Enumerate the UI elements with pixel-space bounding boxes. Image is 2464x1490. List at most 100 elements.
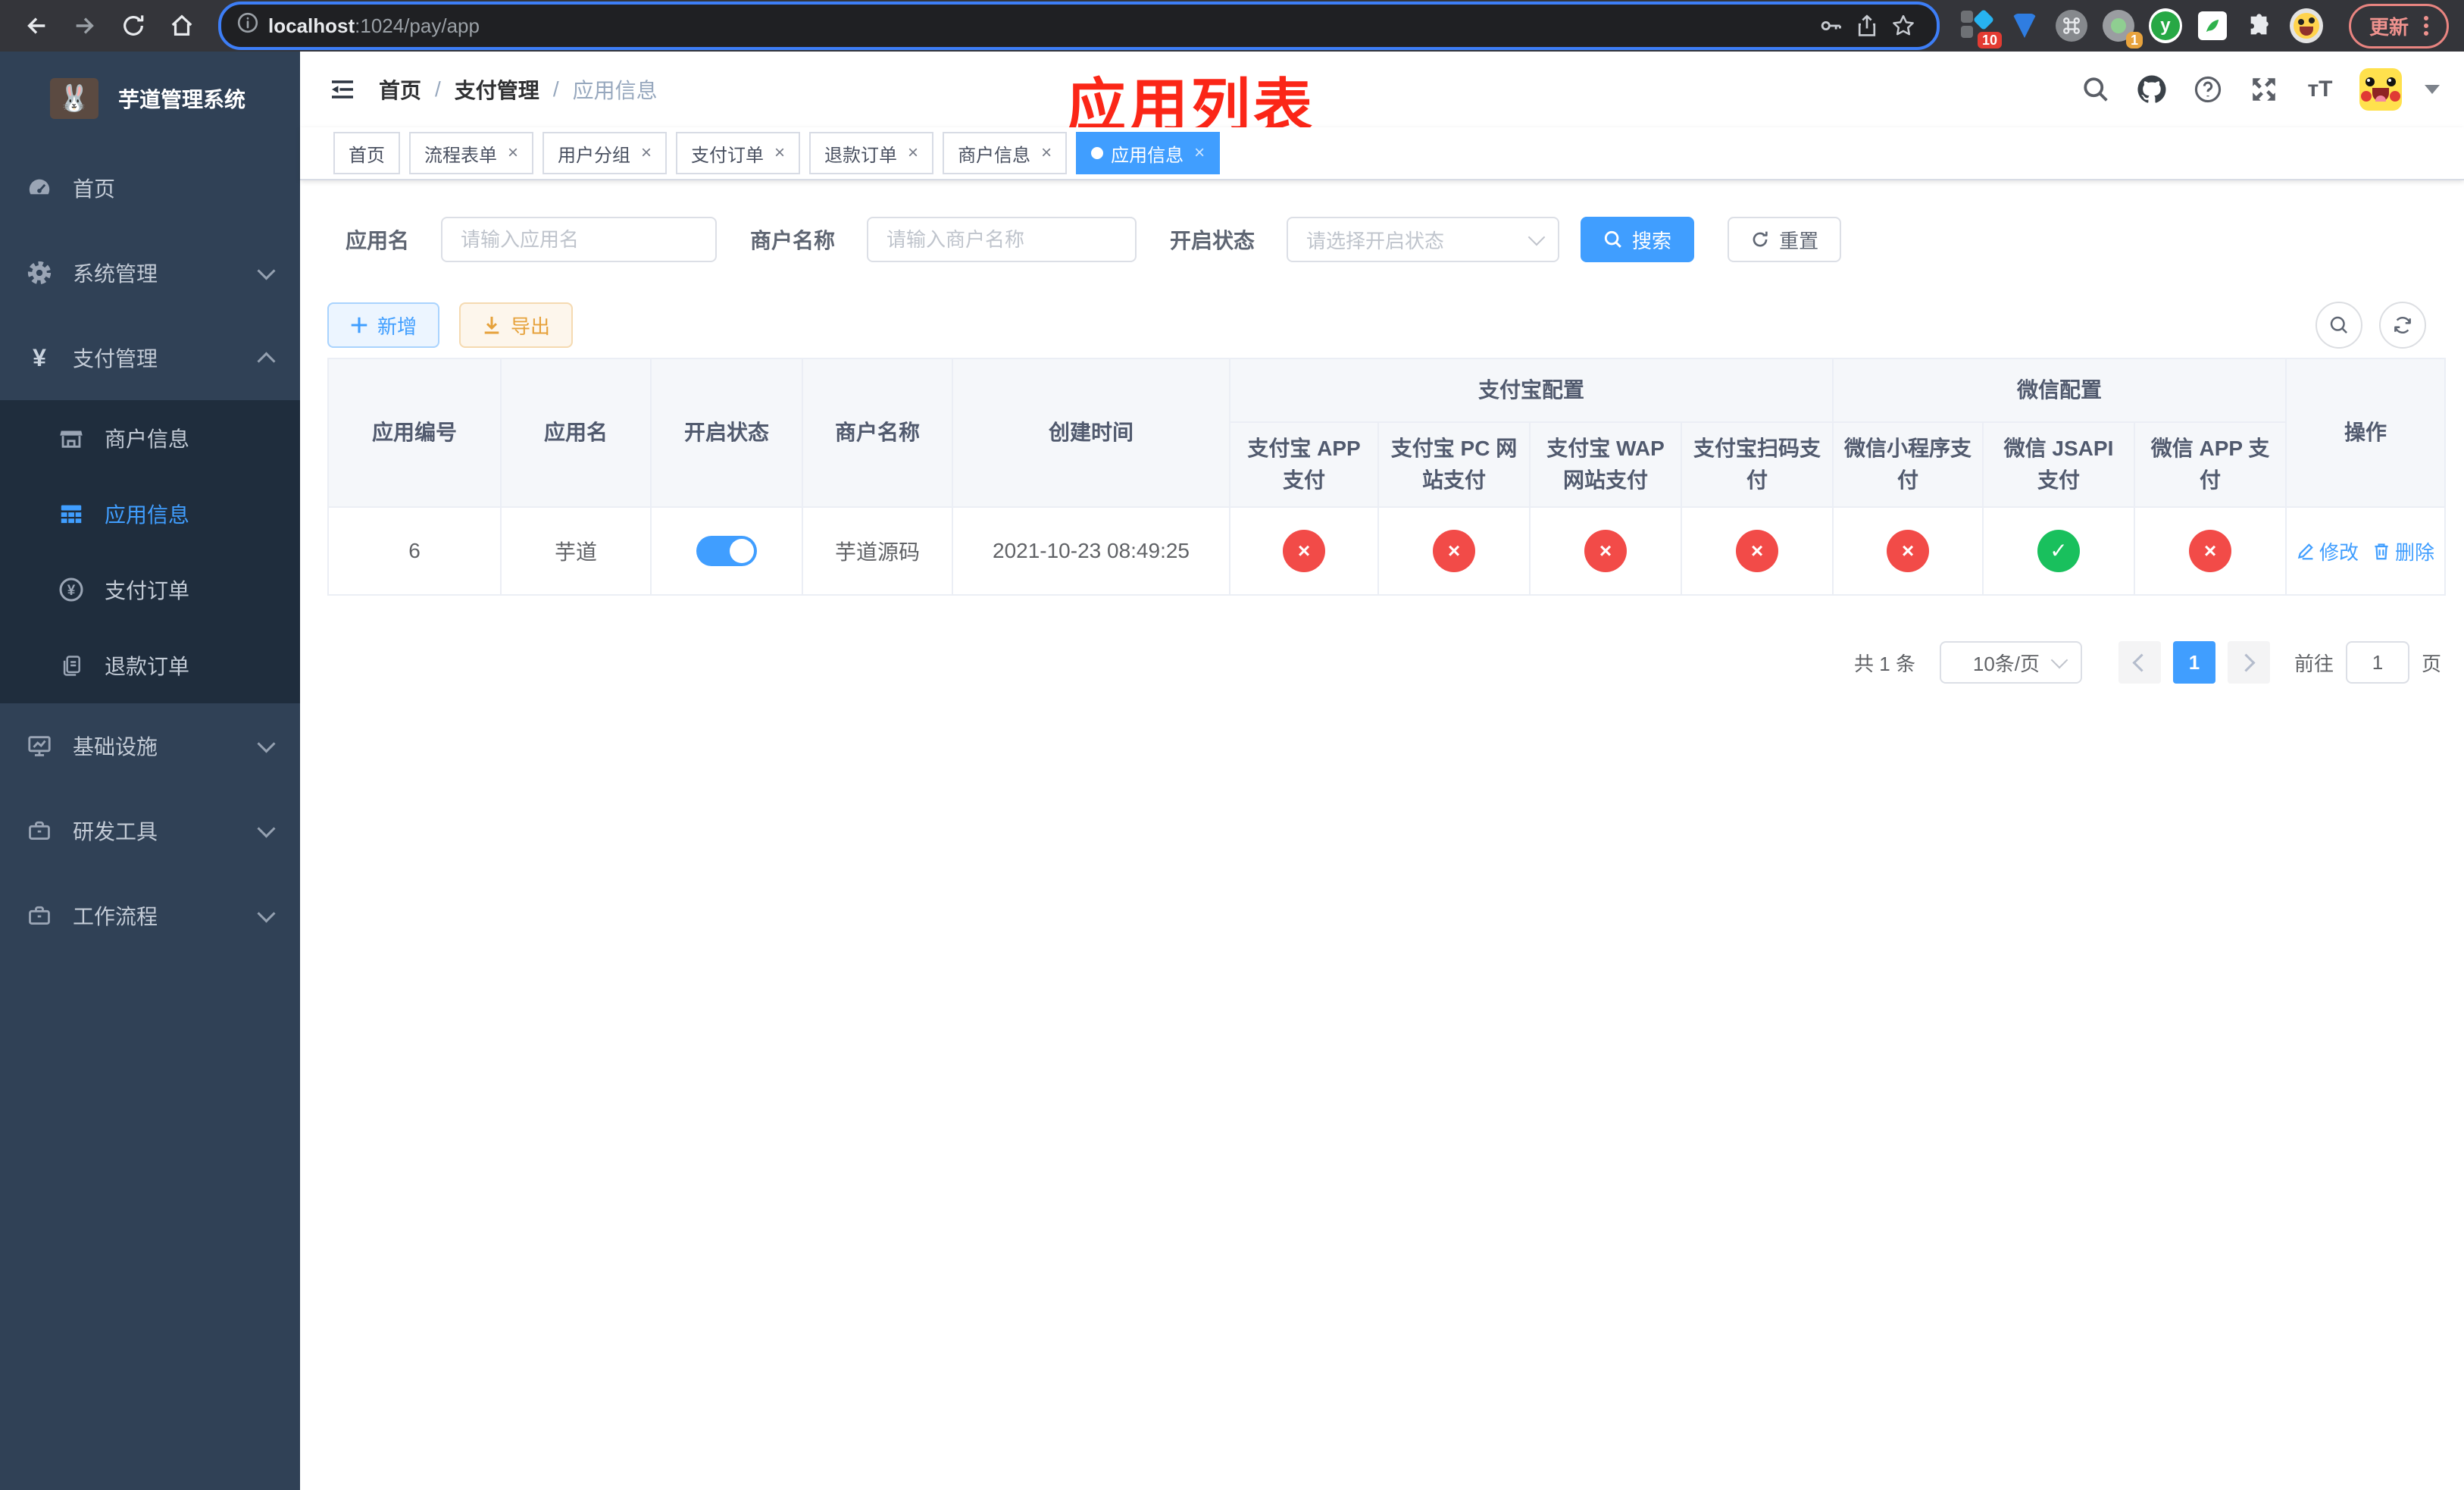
app: 🐰 芋道管理系统 首页 系统管理 ¥ 支付管理 商户信息 应用信息 ¥ 支付订单…: [0, 52, 2464, 1490]
reload-icon[interactable]: [112, 5, 155, 47]
extension-blue-diamond-icon[interactable]: 10: [1960, 8, 2002, 49]
add-button[interactable]: 新增: [327, 302, 440, 348]
breadcrumb-home[interactable]: 首页: [379, 74, 421, 105]
close-icon[interactable]: ×: [641, 142, 652, 164]
sidebar-item-refund-orders[interactable]: 退款订单: [0, 628, 300, 703]
extension-doc-icon[interactable]: [2196, 9, 2229, 42]
bookmark-star-icon[interactable]: [1885, 8, 1921, 44]
sidebar-item-payment[interactable]: ¥ 支付管理: [0, 315, 300, 400]
extension-kite-icon[interactable]: [2008, 9, 2041, 42]
avatar-caret-icon[interactable]: [2425, 85, 2440, 94]
breadcrumb-payment[interactable]: 支付管理: [455, 74, 539, 105]
profile-avatar-icon[interactable]: [2289, 8, 2323, 43]
home-icon[interactable]: [161, 5, 203, 47]
page-number-1[interactable]: 1: [2172, 641, 2215, 684]
extension-recorder-icon[interactable]: 1: [2102, 9, 2143, 49]
col-alipay-wap: 支付宝 WAP 网站支付: [1529, 421, 1682, 508]
pagination: 共 1 条 10条/页 1 前往 页: [327, 641, 2444, 684]
url-text[interactable]: localhost:1024/pay/app: [268, 14, 1812, 38]
sidebar-item-dev-tools[interactable]: 研发工具: [0, 788, 300, 873]
page-size-select[interactable]: 10条/页: [1939, 641, 2082, 684]
goto-page-input[interactable]: [2345, 641, 2409, 684]
extension-command-icon[interactable]: [2055, 9, 2088, 42]
sidebar-item-app-info[interactable]: 应用信息: [0, 476, 300, 552]
close-icon[interactable]: ×: [508, 142, 518, 164]
col-alipay-app: 支付宝 APP 支付: [1229, 421, 1379, 508]
sidebar-logo[interactable]: 🐰 芋道管理系统: [0, 61, 300, 136]
user-avatar[interactable]: [2359, 68, 2402, 111]
tab-user-group[interactable]: 用户分组 ×: [543, 132, 668, 174]
merchant-name-label: 商户名称: [750, 229, 836, 252]
browser-menu-icon[interactable]: [2424, 16, 2428, 36]
edit-link[interactable]: 修改: [2297, 537, 2359, 565]
extension-y-icon[interactable]: y: [2148, 8, 2182, 43]
svg-text:¥: ¥: [67, 583, 76, 599]
tab-refund-orders[interactable]: 退款订单 ×: [809, 132, 934, 174]
tab-pay-orders[interactable]: 支付订单 ×: [676, 132, 801, 174]
wechat-app-status-icon: ×: [2189, 530, 2232, 572]
col-actions: 操作: [2285, 358, 2447, 508]
close-icon[interactable]: ×: [1041, 142, 1052, 164]
payment-submenu: 商户信息 应用信息 ¥ 支付订单 退款订单: [0, 400, 300, 703]
chevron-down-icon: [2050, 651, 2068, 669]
col-app-id: 应用编号: [327, 358, 502, 508]
share-icon[interactable]: [1849, 8, 1885, 44]
chevron-up-icon: [257, 351, 276, 371]
password-key-icon[interactable]: [1812, 8, 1849, 44]
tabs-bar: 首页 流程表单 × 用户分组 × 支付订单 × 退款订单 × 商户信息 × 应用信息 ×: [300, 127, 2464, 180]
tab-home[interactable]: 首页: [333, 132, 400, 174]
sidebar-item-system[interactable]: 系统管理: [0, 230, 300, 315]
show-search-toggle-button[interactable]: [2315, 302, 2362, 349]
url-bar[interactable]: localhost:1024/pay/app: [218, 2, 1940, 50]
close-icon[interactable]: ×: [908, 142, 918, 164]
export-button[interactable]: 导出: [459, 302, 574, 348]
fullscreen-icon[interactable]: [2247, 73, 2281, 106]
update-button[interactable]: 更新: [2348, 3, 2449, 49]
delete-link[interactable]: 删除: [2372, 537, 2434, 565]
toolbox-icon: [26, 818, 53, 844]
monitor-chart-icon: [26, 733, 53, 759]
back-icon[interactable]: [15, 5, 58, 47]
sidebar-item-merchant-info[interactable]: 商户信息: [0, 400, 300, 476]
github-icon[interactable]: [2135, 73, 2169, 106]
breadcrumb-separator: /: [552, 77, 559, 101]
sidebar-item-workflow[interactable]: 工作流程: [0, 873, 300, 958]
reset-button[interactable]: 重置: [1728, 217, 1842, 262]
extensions-area: 10 1 y 更新: [1960, 3, 2449, 49]
chevron-down-icon: [257, 903, 276, 923]
search-button[interactable]: 搜索: [1581, 217, 1695, 262]
close-icon[interactable]: ×: [774, 142, 785, 164]
site-info-icon[interactable]: [236, 11, 259, 40]
document-icon: [58, 653, 85, 678]
tab-process-form[interactable]: 流程表单 ×: [409, 132, 534, 174]
tab-merchant-info[interactable]: 商户信息 ×: [943, 132, 1068, 174]
app-name-label: 应用名: [346, 229, 410, 252]
font-size-icon[interactable]: тT: [2303, 73, 2337, 106]
sidebar-item-home[interactable]: 首页: [0, 146, 300, 230]
wechat-mini-status-icon: ×: [1887, 530, 1930, 572]
forward-icon[interactable]: [64, 5, 106, 47]
refresh-button[interactable]: [2379, 302, 2426, 349]
alipay-qr-status-icon: ×: [1736, 530, 1778, 572]
sidebar-toggle-icon[interactable]: [315, 62, 370, 117]
help-icon[interactable]: [2191, 73, 2225, 106]
sidebar-item-pay-orders[interactable]: ¥ 支付订单: [0, 552, 300, 628]
next-page-button[interactable]: [2227, 641, 2270, 684]
page: localhost:1024/pay/app 10 1 y 更新 🐰 芋道管理系…: [0, 0, 2464, 1490]
search-icon[interactable]: [2079, 73, 2112, 106]
alipay-wap-status-icon: ×: [1584, 530, 1627, 572]
main: 首页 / 支付管理 / 应用信息 应用列表 тT 首页 流程表单 × 用户分组 …: [300, 52, 2464, 1490]
wechat-jsapi-status-icon: ✓: [2037, 530, 2081, 572]
chevron-down-icon: [257, 261, 276, 280]
cell-app-id: 6: [327, 506, 502, 596]
cell-app-name: 芋道: [500, 506, 652, 596]
extensions-puzzle-icon[interactable]: [2243, 9, 2276, 42]
merchant-name-input[interactable]: [867, 217, 1137, 262]
prev-page-button[interactable]: [2118, 641, 2161, 684]
app-name-input[interactable]: [441, 217, 718, 262]
tab-app-info[interactable]: 应用信息 ×: [1076, 132, 1221, 174]
enable-status-select[interactable]: 请选择开启状态: [1287, 217, 1560, 262]
sidebar-item-infrastructure[interactable]: 基础设施: [0, 703, 300, 788]
enabled-switch[interactable]: [696, 536, 757, 566]
close-icon[interactable]: ×: [1194, 142, 1205, 164]
